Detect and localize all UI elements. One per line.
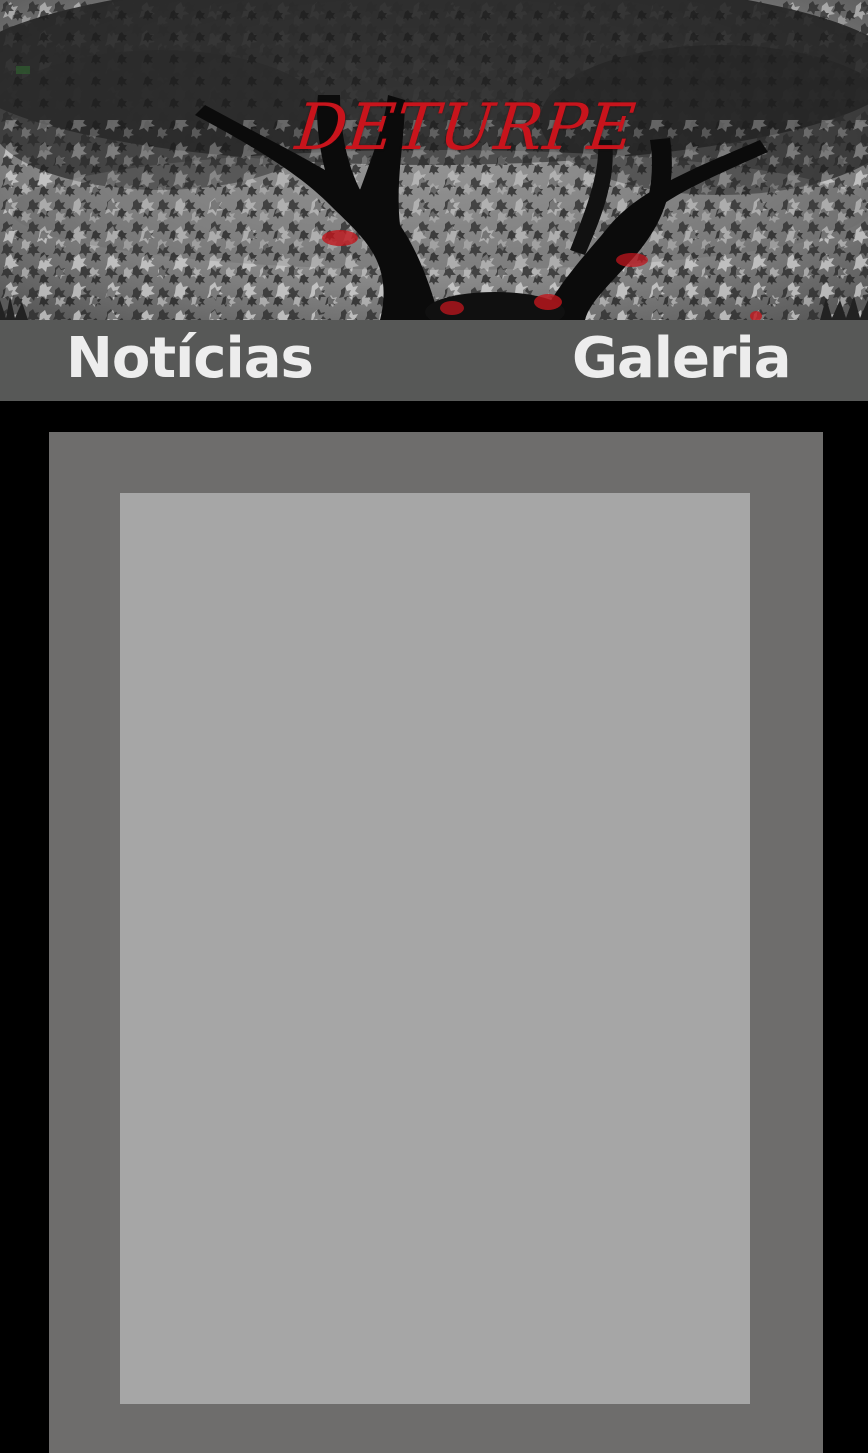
nav-link-noticias[interactable]: Notícias (66, 320, 314, 401)
content-placeholder-box (120, 493, 750, 1404)
content-panel (49, 432, 823, 1453)
nav-link-galeria[interactable]: Galeria (572, 320, 792, 401)
main-navbar: Notícias Galeria (0, 320, 868, 401)
page: DETURPE Notícias Galeria (0, 0, 868, 1453)
site-logo-title: DETURPE (292, 91, 640, 165)
header-banner: DETURPE (0, 0, 868, 320)
